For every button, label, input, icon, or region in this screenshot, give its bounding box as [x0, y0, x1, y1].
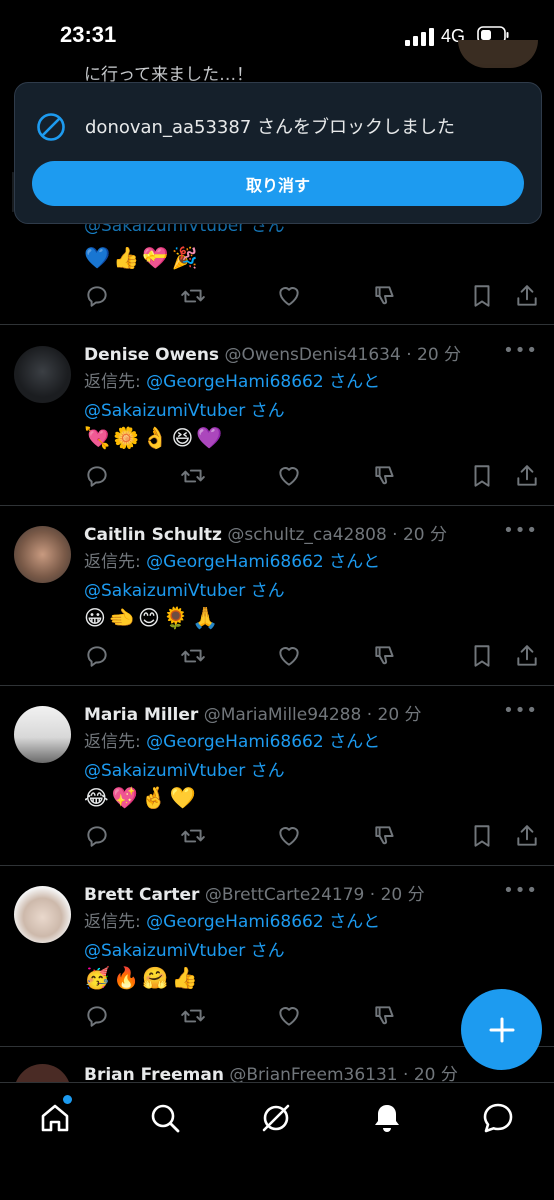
reply-icon[interactable] [84, 1003, 110, 1029]
reply-mention[interactable]: @GeorgeHami68662 さんと [146, 912, 380, 932]
toast-message: donovan_aa53387 さんをブロックしました [85, 117, 455, 138]
retweet-icon[interactable] [180, 823, 206, 849]
like-icon[interactable] [276, 463, 302, 489]
tweet-card[interactable]: Maria Miller @MariaMille94288 · 20 分 •••… [0, 686, 554, 864]
avatar[interactable] [14, 1064, 71, 1082]
author-handle: @MariaMille94288 · 20 分 [203, 705, 422, 725]
reply-mention[interactable]: @SakaizumiVtuber さん [84, 941, 285, 961]
tweet-card[interactable]: Caitlin Schultz @schultz_ca42808 · 20 分 … [0, 506, 554, 684]
more-icon[interactable]: ••• [503, 880, 538, 901]
retweet-icon[interactable] [180, 643, 206, 669]
author-name[interactable]: Brett Carter [84, 885, 199, 905]
undo-button[interactable]: 取り消す [32, 161, 524, 206]
share-icon[interactable] [514, 823, 540, 849]
reply-mention[interactable]: @SakaizumiVtuber さん [84, 761, 285, 781]
tweet-text: 😂💖🤞💛 [84, 786, 199, 810]
bookmark-icon[interactable] [469, 283, 495, 309]
author-handle: @OwensDenis41634 · 20 分 [224, 345, 462, 365]
home-icon[interactable] [38, 1101, 72, 1135]
avatar[interactable] [14, 886, 71, 943]
tweet-actions [84, 283, 544, 311]
tweet-actions [84, 823, 544, 851]
retweet-icon[interactable] [180, 1003, 206, 1029]
reply-label: 返信先: [84, 912, 141, 932]
dislike-icon[interactable] [372, 1003, 398, 1029]
retweet-icon[interactable] [180, 283, 206, 309]
reply-label: 返信先: [84, 732, 141, 752]
compose-icon [489, 1017, 514, 1042]
reply-mention[interactable]: @GeorgeHami68662 さんと [146, 552, 380, 572]
avatar[interactable] [14, 346, 71, 403]
reply-icon[interactable] [84, 823, 110, 849]
messages-icon[interactable] [481, 1101, 515, 1135]
communities-icon[interactable] [259, 1101, 293, 1135]
avatar[interactable] [14, 526, 71, 583]
search-icon[interactable] [148, 1101, 182, 1135]
bookmark-icon[interactable] [469, 643, 495, 669]
reply-label: 返信先: [84, 552, 141, 572]
more-icon[interactable]: ••• [503, 340, 538, 361]
bookmark-icon[interactable] [469, 823, 495, 849]
reply-icon[interactable] [84, 283, 110, 309]
avatar[interactable] [14, 706, 71, 763]
author-name[interactable]: Denise Owens [84, 345, 219, 365]
like-icon[interactable] [276, 823, 302, 849]
bookmark-icon[interactable] [469, 463, 495, 489]
signal-icon [405, 28, 434, 46]
author-handle: @BrettCarte24179 · 20 分 [204, 885, 425, 905]
dislike-icon[interactable] [372, 643, 398, 669]
block-icon [37, 113, 65, 141]
dislike-icon[interactable] [372, 823, 398, 849]
dislike-icon[interactable] [372, 283, 398, 309]
more-icon[interactable]: ••• [503, 700, 538, 721]
dislike-icon[interactable] [372, 463, 398, 489]
share-icon[interactable] [514, 643, 540, 669]
retweet-icon[interactable] [180, 463, 206, 489]
reply-label: 返信先: [84, 372, 141, 392]
tweet-text: 💘🌼👌😆💜 [84, 426, 226, 450]
author-handle: @schultz_ca42808 · 20 分 [227, 525, 448, 545]
reply-mention[interactable]: @SakaizumiVtuber さん [84, 581, 285, 601]
tweet-text: 🥳🔥🤗👍 [84, 966, 201, 990]
home-badge [63, 1095, 72, 1104]
notifications-icon[interactable] [370, 1101, 404, 1135]
reply-icon[interactable] [84, 463, 110, 489]
tweet-text: 💙👍💝🎉 [84, 246, 201, 270]
reply-mention[interactable]: @GeorgeHami68662 さんと [146, 732, 380, 752]
tweet-text: 😀🫲😊🌻🙏 [84, 606, 222, 630]
reply-mention[interactable]: @GeorgeHami68662 さんと [146, 372, 380, 392]
like-icon[interactable] [276, 1003, 302, 1029]
status-time: 23:31 [60, 22, 117, 47]
reply-icon[interactable] [84, 643, 110, 669]
author-name[interactable]: Brian Freeman [84, 1065, 224, 1082]
tweet-card[interactable]: Denise Owens @OwensDenis41634 · 20 分 •••… [0, 326, 554, 504]
tweet-actions [84, 463, 544, 491]
share-icon[interactable] [514, 283, 540, 309]
author-name[interactable]: Maria Miller [84, 705, 198, 725]
reply-mention[interactable]: @SakaizumiVtuber さん [84, 401, 285, 421]
compose-button[interactable] [461, 989, 542, 1070]
block-toast: donovan_aa53387 さんをブロックしました 取り消す [14, 82, 542, 224]
bottom-tab-bar [0, 1082, 554, 1200]
like-icon[interactable] [276, 283, 302, 309]
author-handle: @BrianFreem36131 · 20 分 [229, 1065, 458, 1082]
share-icon[interactable] [514, 463, 540, 489]
author-name[interactable]: Caitlin Schultz [84, 525, 222, 545]
tweet-actions [84, 643, 544, 671]
like-icon[interactable] [276, 643, 302, 669]
divider [0, 324, 554, 325]
more-icon[interactable]: ••• [503, 520, 538, 541]
